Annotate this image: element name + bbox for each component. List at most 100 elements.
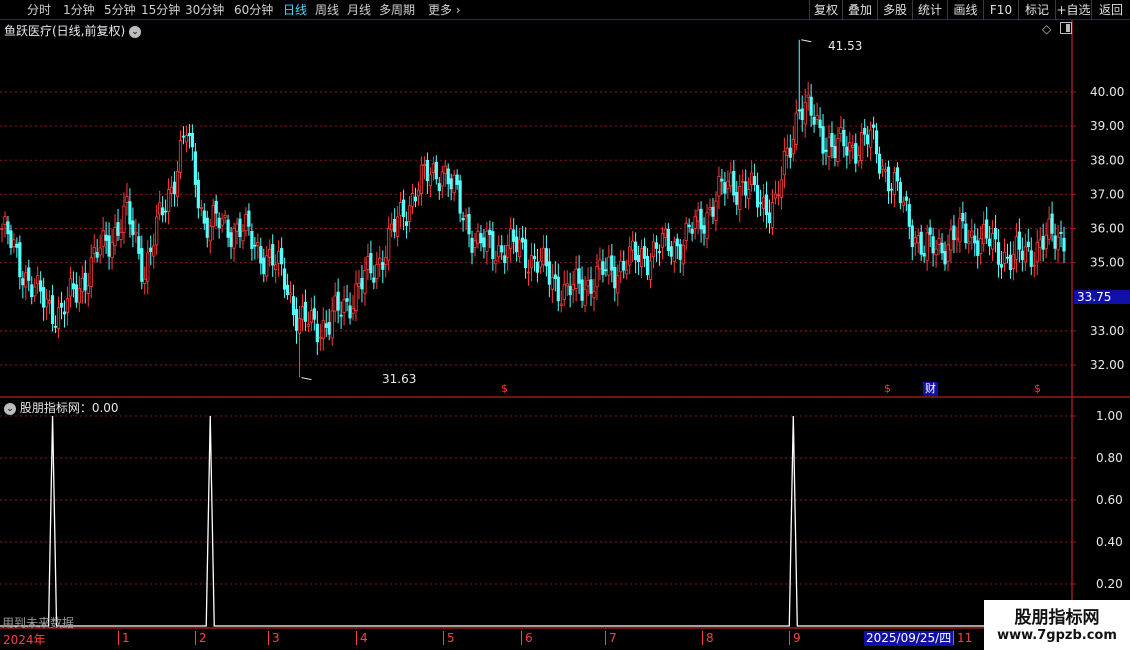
candle-body bbox=[776, 194, 781, 196]
candle-body bbox=[312, 308, 316, 320]
candle-body bbox=[300, 306, 305, 320]
candle-body bbox=[274, 264, 278, 271]
chevron-down-icon[interactable]: ⌄ bbox=[4, 402, 16, 415]
candle-body bbox=[372, 277, 376, 283]
candle-body bbox=[529, 255, 534, 269]
price-tick-label: 40.00 bbox=[1090, 85, 1124, 99]
dividend-marker[interactable]: $ bbox=[884, 382, 891, 395]
candle-body bbox=[812, 116, 816, 125]
candle-body bbox=[996, 242, 1001, 265]
candle-body bbox=[479, 233, 483, 244]
stock-title: 鱼跃医疗(日线,前复权) ⌄ bbox=[4, 22, 142, 39]
chevron-down-icon[interactable]: ⌄ bbox=[129, 25, 142, 38]
candle-body bbox=[146, 252, 150, 282]
candle-body bbox=[1044, 234, 1048, 250]
candle-body bbox=[339, 314, 343, 317]
dividend-marker[interactable]: $ bbox=[501, 382, 508, 395]
candle-body bbox=[330, 310, 334, 339]
candle-body bbox=[877, 153, 882, 174]
candle-body bbox=[208, 225, 212, 242]
candle-body bbox=[526, 271, 531, 274]
candle-body bbox=[1026, 241, 1030, 247]
candle-body bbox=[663, 228, 667, 238]
candle-body bbox=[595, 266, 599, 288]
indicator-title: ⌄ 股朋指标网：0.00 bbox=[4, 399, 119, 416]
candlestick-series bbox=[0, 39, 1066, 378]
candle-body bbox=[461, 217, 465, 221]
low-price-label: 31.63 bbox=[382, 372, 417, 386]
layout-toggle-icon[interactable] bbox=[1060, 22, 1072, 34]
candle-body bbox=[437, 183, 441, 191]
candle-body bbox=[687, 224, 691, 228]
candle-body bbox=[699, 208, 703, 230]
candle-body bbox=[366, 256, 370, 270]
candle-body bbox=[172, 181, 177, 195]
candle-body bbox=[247, 210, 251, 227]
candle-body bbox=[880, 165, 885, 170]
candle-body bbox=[654, 242, 659, 249]
candle-body bbox=[196, 179, 200, 209]
candle-body bbox=[265, 255, 269, 277]
candle-body bbox=[1002, 251, 1007, 264]
high-pointer bbox=[801, 39, 812, 43]
dividend-marker[interactable]: $ bbox=[1034, 382, 1041, 395]
candle-body bbox=[360, 277, 364, 290]
candle-body bbox=[140, 248, 144, 282]
candle-body bbox=[131, 220, 135, 236]
candle-body bbox=[934, 248, 938, 256]
candle-body bbox=[991, 233, 995, 250]
candle-body bbox=[393, 218, 397, 233]
candle-body bbox=[556, 276, 560, 302]
candle-body bbox=[476, 231, 480, 244]
stock-title-text: 鱼跃医疗(日线,前复权) bbox=[4, 24, 126, 38]
candle-body bbox=[485, 230, 489, 252]
candle-body bbox=[672, 241, 676, 262]
candle-body bbox=[178, 140, 183, 173]
candle-body bbox=[836, 138, 840, 162]
candle-body bbox=[806, 94, 810, 98]
month-label: 7 bbox=[605, 631, 617, 645]
candle-body bbox=[901, 201, 905, 206]
candle-body bbox=[726, 180, 730, 189]
candle-body bbox=[101, 230, 105, 247]
candle-body bbox=[708, 207, 712, 210]
candle-body bbox=[488, 229, 492, 235]
candle-body bbox=[113, 227, 117, 246]
candle-body bbox=[1059, 231, 1063, 234]
candle-body bbox=[449, 178, 453, 190]
candle-body bbox=[637, 254, 641, 263]
finance-marker[interactable]: 财 bbox=[923, 382, 938, 396]
candle-body bbox=[860, 132, 864, 161]
candle-body bbox=[59, 302, 64, 308]
candle-body bbox=[128, 201, 132, 225]
candle-body bbox=[705, 212, 709, 239]
candle-body bbox=[202, 210, 206, 224]
candle-body bbox=[303, 301, 308, 322]
candle-body bbox=[1023, 246, 1027, 263]
candle-body bbox=[541, 247, 546, 266]
price-tick-label: 35.00 bbox=[1090, 256, 1124, 270]
kline-chart[interactable]: 40.00 39.00 38.00 37.00 36.00 35.00 33.00 32.00… bbox=[0, 0, 1130, 650]
candle-body bbox=[586, 280, 590, 287]
high-price-label: 41.53 bbox=[828, 39, 863, 53]
candle-body bbox=[53, 325, 58, 328]
candle-body bbox=[815, 115, 819, 120]
candle-body bbox=[318, 336, 322, 339]
cursor-date-badge: 2025/09/25/四 bbox=[864, 631, 954, 646]
candle-body bbox=[169, 186, 174, 194]
candle-body bbox=[387, 227, 391, 261]
candle-body bbox=[152, 245, 156, 257]
candle-body bbox=[758, 202, 763, 205]
candle-body bbox=[607, 256, 611, 276]
candle-body bbox=[625, 269, 629, 275]
candle-body bbox=[717, 176, 721, 197]
candle-body bbox=[68, 278, 73, 297]
candle-body bbox=[95, 252, 99, 258]
candle-body bbox=[220, 218, 224, 226]
month-label: 11 bbox=[953, 631, 972, 645]
candle-body bbox=[883, 169, 888, 172]
candle-body bbox=[1017, 231, 1021, 250]
candle-body bbox=[324, 323, 328, 328]
diamond-icon[interactable]: ◇ bbox=[1042, 22, 1051, 36]
candle-body bbox=[149, 247, 153, 253]
